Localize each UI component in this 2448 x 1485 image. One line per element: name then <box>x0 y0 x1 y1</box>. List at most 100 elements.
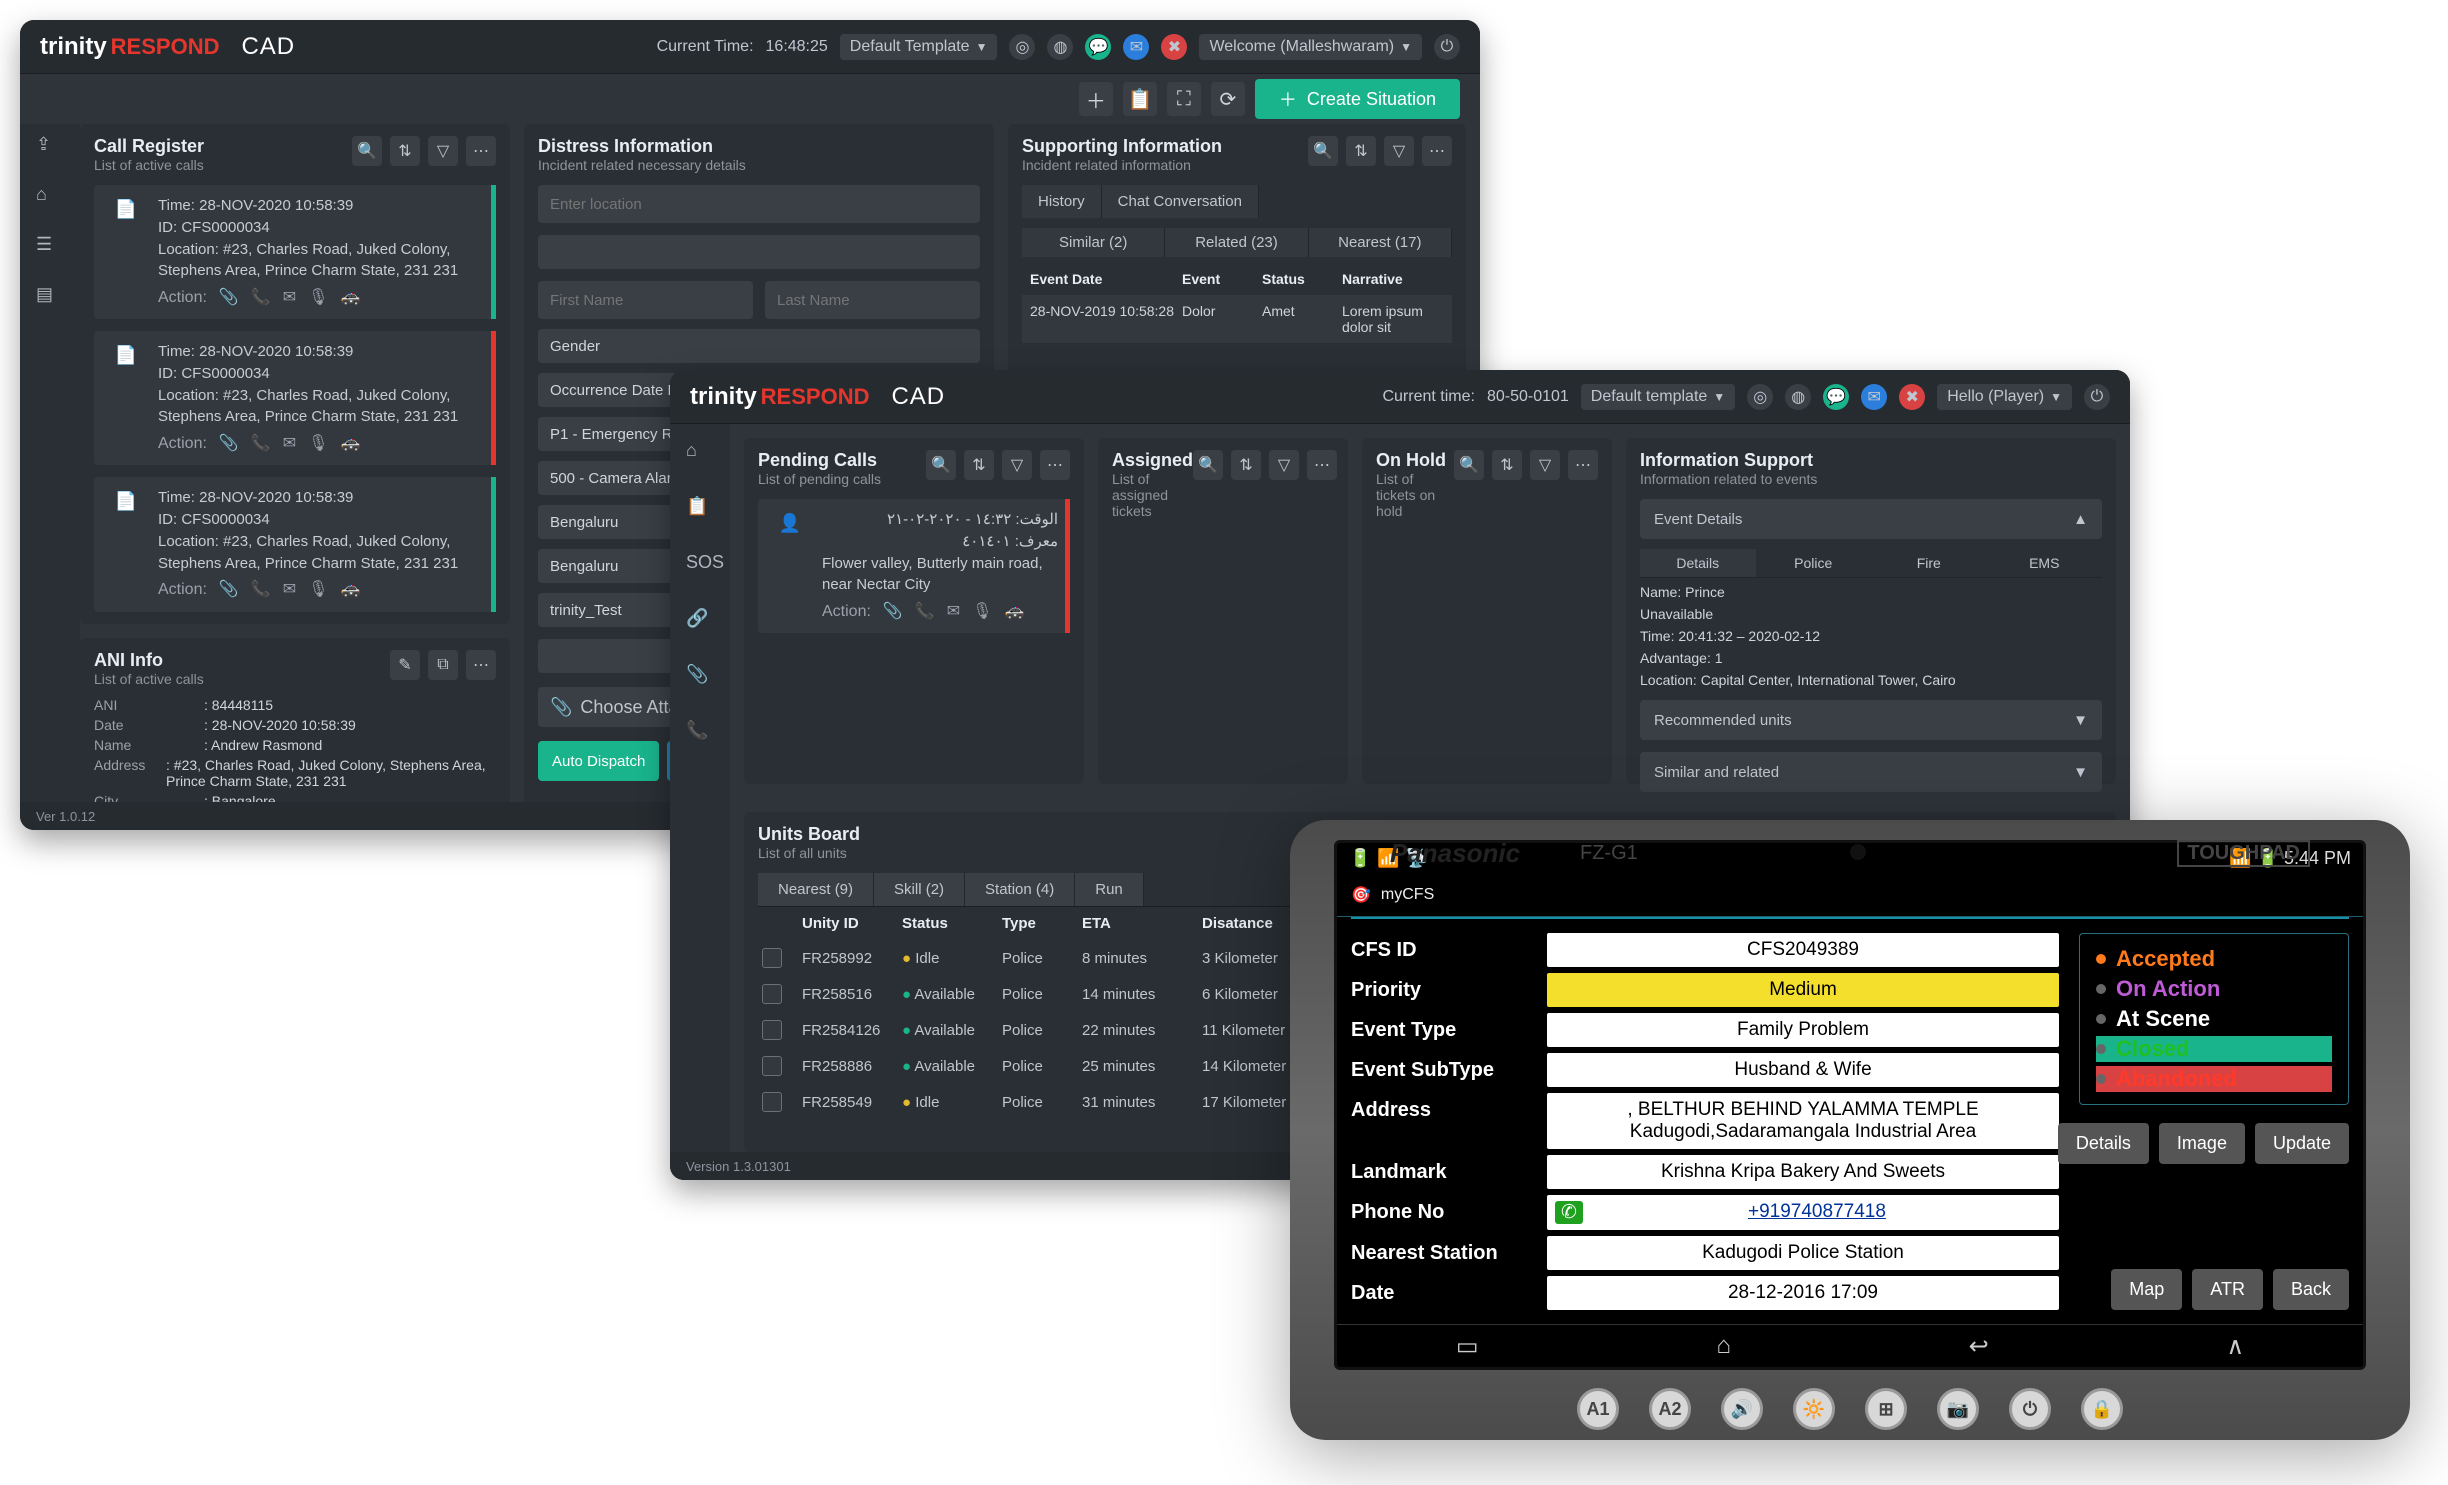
hw-windows[interactable]: ⊞ <box>1865 1388 1907 1430</box>
tab-fire[interactable]: Fire <box>1871 549 1987 577</box>
row-checkbox[interactable] <box>762 984 782 1004</box>
phone-icon[interactable]: 📞 <box>251 432 271 455</box>
sos-icon[interactable]: SOS <box>686 552 714 580</box>
mic-icon[interactable]: 🎙 <box>972 600 992 623</box>
filter-icon[interactable]: ▽ <box>1269 450 1299 480</box>
attach-icon[interactable]: 📎 <box>219 578 239 601</box>
table-row[interactable]: 28-NOV-2019 10:58:28 Dolor Amet Lorem ip… <box>1022 295 1452 343</box>
row-checkbox[interactable] <box>762 1020 782 1040</box>
subtab-similar[interactable]: Similar (2) <box>1022 228 1165 257</box>
image-button[interactable]: Image <box>2159 1123 2245 1164</box>
back-button[interactable]: Back <box>2273 1269 2349 1310</box>
share-icon[interactable]: ⇪ <box>36 134 64 162</box>
tab-police[interactable]: Police <box>1756 549 1872 577</box>
layers-icon[interactable]: ▤ <box>36 284 64 312</box>
utab-station[interactable]: Station (4) <box>965 873 1075 906</box>
tab-ems[interactable]: EMS <box>1987 549 2103 577</box>
status-closed[interactable]: Closed <box>2096 1036 2332 1062</box>
chat-icon[interactable]: 💬 <box>1823 384 1849 410</box>
phone-icon[interactable]: 📞 <box>686 720 714 748</box>
phone-icon[interactable]: 📞 <box>915 600 935 623</box>
create-situation-button[interactable]: ＋ Create Situation <box>1255 79 1460 119</box>
hw-a2[interactable]: A2 <box>1649 1388 1691 1430</box>
event-details-accordion[interactable]: Event Details ▲ <box>1640 499 2102 539</box>
search-icon[interactable]: 🔍 <box>352 136 382 166</box>
search-icon[interactable]: 🔍 <box>1193 450 1223 480</box>
subtab-related[interactable]: Related (23) <box>1165 228 1308 257</box>
document-icon[interactable]: ☰ <box>36 234 64 262</box>
chat-icon[interactable]: 💬 <box>1085 34 1111 60</box>
settings-icon[interactable]: ◎ <box>1747 384 1773 410</box>
update-button[interactable]: Update <box>2255 1123 2349 1164</box>
more-icon[interactable]: ⋯ <box>1040 450 1070 480</box>
filter-icon[interactable]: ▽ <box>428 136 458 166</box>
subtab-nearest[interactable]: Nearest (17) <box>1309 228 1452 257</box>
user-dropdown[interactable]: Welcome (Malleshwaram) ▼ <box>1199 34 1422 60</box>
hw-brightness[interactable]: 🔆 <box>1793 1388 1835 1430</box>
status-on-action[interactable]: On Action <box>2096 976 2332 1002</box>
location-input[interactable] <box>538 185 980 223</box>
status-accepted[interactable]: Accepted <box>2096 946 2332 972</box>
car-icon[interactable]: 🚓 <box>1004 600 1024 623</box>
home-icon[interactable]: ⌂ <box>686 440 714 468</box>
search-icon[interactable]: 🔍 <box>1308 136 1338 166</box>
first-name-input[interactable] <box>538 281 753 319</box>
home-icon[interactable]: ⌂ <box>36 184 64 212</box>
row-checkbox[interactable] <box>762 1056 782 1076</box>
status-at-scene[interactable]: At Scene <box>2096 1006 2332 1032</box>
sort-icon[interactable]: ⇅ <box>390 136 420 166</box>
phone-icon[interactable]: 📞 <box>251 286 271 309</box>
refresh-button[interactable]: ⟳ <box>1211 82 1245 116</box>
phone-icon[interactable]: 📞 <box>251 578 271 601</box>
recommended-units-accordion[interactable]: Recommended units ▼ <box>1640 700 2102 740</box>
edit-icon[interactable]: ✎ <box>390 650 420 680</box>
phone-link[interactable]: +919740877418 <box>1748 1201 1886 1222</box>
tab-history[interactable]: History <box>1022 185 1102 218</box>
attach-icon[interactable]: 📎 <box>219 286 239 309</box>
pending-card[interactable]: 👤 الوقت: ١٤:٣٢ - ٢٠٢٠-٠٢-٢١ معرف: ٤٠١٤٠١… <box>758 499 1070 633</box>
user-dropdown[interactable]: Hello (Player) ▼ <box>1937 384 2072 410</box>
row-checkbox[interactable] <box>762 1092 782 1112</box>
utab-nearest[interactable]: Nearest (9) <box>758 873 874 906</box>
link-icon[interactable]: 🔗 <box>686 608 714 636</box>
recent-icon[interactable]: ▭ <box>1456 1332 1479 1361</box>
hw-a1[interactable]: A1 <box>1577 1388 1619 1430</box>
globe-icon[interactable]: ◍ <box>1785 384 1811 410</box>
utab-skill[interactable]: Skill (2) <box>874 873 965 906</box>
bell-icon[interactable]: ✉ <box>1123 34 1149 60</box>
status-abandoned[interactable]: Abandoned <box>2096 1066 2332 1092</box>
template-dropdown[interactable]: Default Template ▼ <box>840 34 998 60</box>
hw-camera[interactable]: 📷 <box>1937 1388 1979 1430</box>
focus-button[interactable]: ⛶ <box>1167 82 1201 116</box>
atr-button[interactable]: ATR <box>2192 1269 2263 1310</box>
gender-select[interactable]: Gender <box>538 329 980 363</box>
car-icon[interactable]: 🚓 <box>340 432 360 455</box>
sort-icon[interactable]: ⇅ <box>1346 136 1376 166</box>
car-icon[interactable]: 🚓 <box>340 578 360 601</box>
copy-icon[interactable]: ⧉ <box>428 650 458 680</box>
tab-details[interactable]: Details <box>1640 549 1756 577</box>
power-icon[interactable]: ⏻ <box>1434 34 1460 60</box>
filter-icon[interactable]: ▽ <box>1530 450 1560 480</box>
alert-icon[interactable]: ✖ <box>1161 34 1187 60</box>
sort-icon[interactable]: ⇅ <box>1231 450 1261 480</box>
row-checkbox[interactable] <box>762 948 782 968</box>
more-icon[interactable]: ⋯ <box>1568 450 1598 480</box>
last-name-input[interactable] <box>765 281 980 319</box>
search-icon[interactable]: 🔍 <box>1454 450 1484 480</box>
car-icon[interactable]: 🚓 <box>340 286 360 309</box>
hw-lock[interactable]: 🔒 <box>2081 1388 2123 1430</box>
attach-icon[interactable]: 📎 <box>883 600 903 623</box>
location-icon[interactable]: ◎ <box>1009 34 1035 60</box>
hw-power[interactable]: ⏻ <box>2009 1388 2051 1430</box>
back-icon[interactable]: ↩ <box>1969 1332 1989 1361</box>
more-icon[interactable]: ⋯ <box>466 650 496 680</box>
home-icon[interactable]: ⌂ <box>1716 1332 1731 1360</box>
bell-icon[interactable]: ✉ <box>1861 384 1887 410</box>
sort-icon[interactable]: ⇅ <box>964 450 994 480</box>
hw-volume[interactable]: 🔊 <box>1721 1388 1763 1430</box>
mail-icon[interactable]: ✉ <box>283 286 296 309</box>
call-card[interactable]: 📄 Time: 28-NOV-2020 10:58:39 ID: CFS0000… <box>94 185 496 319</box>
attach-icon[interactable]: 📎 <box>686 664 714 692</box>
sort-icon[interactable]: ⇅ <box>1492 450 1522 480</box>
